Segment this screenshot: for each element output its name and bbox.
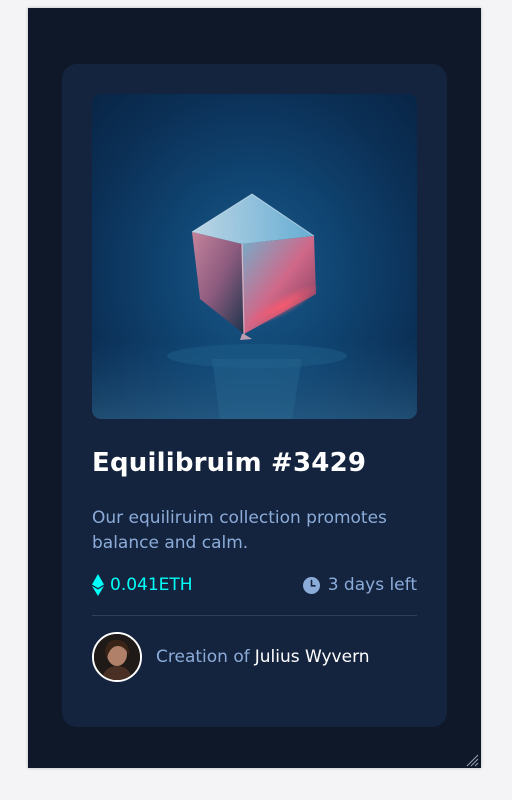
ethereum-icon <box>92 574 104 596</box>
creator-name-link[interactable]: Julius Wyvern <box>255 647 370 667</box>
nft-title[interactable]: Equilibruim #3429 <box>92 448 366 478</box>
nft-image[interactable] <box>92 94 417 419</box>
price-row: 0.041ETH <box>92 572 193 598</box>
resize-handle-icon[interactable] <box>465 752 479 767</box>
nft-description: Our equiliruim collection promotes balan… <box>92 508 387 553</box>
divider <box>92 615 417 616</box>
preview-frame: Equilibruim #3429 Our equiliruim collect… <box>28 8 481 768</box>
nft-card: Equilibruim #3429 Our equiliruim collect… <box>62 64 447 727</box>
time-left-value: 3 days left <box>327 575 417 595</box>
time-left-row: 3 days left <box>302 572 417 598</box>
price-value: 0.041ETH <box>110 575 193 595</box>
clock-icon <box>302 576 320 594</box>
creator-prefix: Creation of <box>156 647 250 667</box>
avatar <box>92 632 142 682</box>
creator-row: Creation of Julius Wyvern <box>92 632 370 682</box>
